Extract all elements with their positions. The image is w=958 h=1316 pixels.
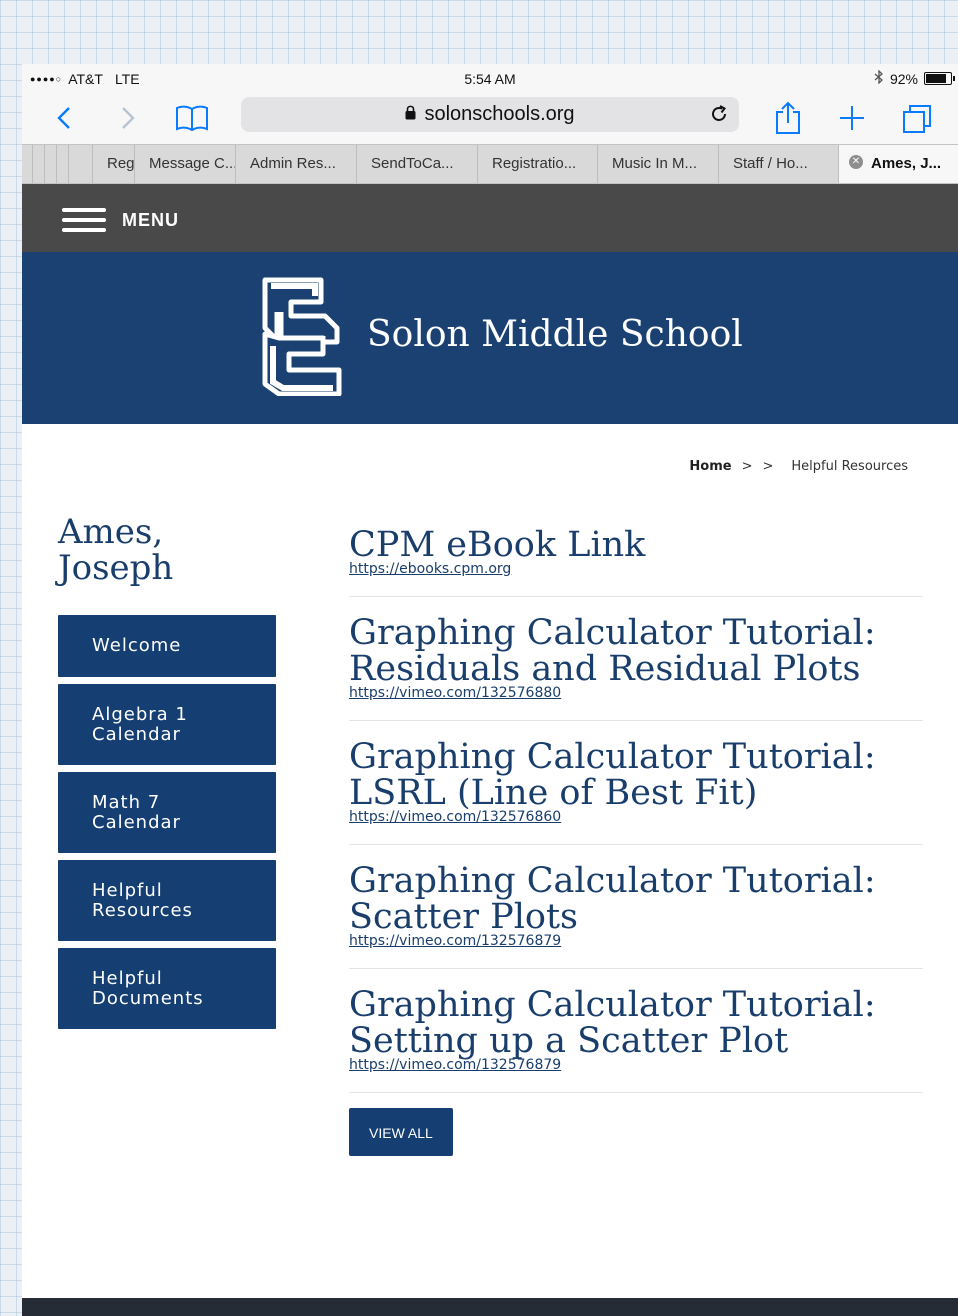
school-name[interactable]: Solon Middle School [367, 314, 743, 355]
tab-label: Ames, J... [871, 155, 942, 172]
sidebar-item-welcome[interactable]: Welcome [58, 615, 276, 677]
close-tab-icon[interactable]: ✕ [849, 155, 863, 170]
browser-toolbar: solonschools.org [22, 92, 958, 144]
tab-ames-active[interactable]: ✕ Ames, J... [838, 145, 958, 183]
resource-list: CPM eBook Link https://ebooks.cpm.org Gr… [349, 527, 923, 1156]
site-banner: Solon Middle School [22, 252, 958, 424]
lock-icon [405, 103, 416, 126]
list-item: Graphing Calculator Tutorial: Scatter Pl… [349, 863, 923, 969]
bluetooth-icon [874, 69, 884, 87]
site-menu-bar: MENU [22, 184, 958, 252]
tab-message[interactable]: Message C... [134, 145, 235, 183]
tab-sendtoca[interactable]: SendToCa... [356, 145, 477, 183]
post-title[interactable]: CPM eBook Link [349, 527, 923, 563]
tab-collapsed[interactable] [68, 145, 82, 183]
breadcrumb: Home > > Helpful Resources [689, 459, 908, 474]
post-title[interactable]: Graphing Calculator Tutorial: Scatter Pl… [349, 863, 923, 935]
menu-label[interactable]: MENU [122, 210, 179, 231]
sidebar-item-helpful-resources[interactable]: Helpful Resources [58, 860, 276, 941]
list-item: CPM eBook Link https://ebooks.cpm.org [349, 527, 923, 597]
tab-registration[interactable]: Registratio... [477, 145, 597, 183]
breadcrumb-home[interactable]: Home [689, 459, 731, 474]
tab-collapsed[interactable] [44, 145, 56, 183]
share-icon[interactable] [768, 98, 808, 138]
list-item: Graphing Calculator Tutorial: Setting up… [349, 987, 923, 1093]
tab-reg[interactable]: Reg [92, 145, 134, 183]
url-text: solonschools.org [424, 103, 575, 125]
teacher-name: Ames, Joseph [58, 514, 278, 586]
reload-icon[interactable] [709, 104, 729, 130]
address-bar[interactable]: solonschools.org [241, 97, 739, 132]
tab-collapsed[interactable] [32, 145, 44, 183]
browser-window: ●●●●○ AT&T LTE 5:54 AM 92% solonschools.… [22, 64, 958, 1316]
forward-icon[interactable] [108, 98, 148, 138]
list-item: Graphing Calculator Tutorial: LSRL (Line… [349, 739, 923, 845]
breadcrumb-current: Helpful Resources [791, 459, 908, 474]
sidebar-item-algebra-calendar[interactable]: Algebra 1 Calendar [58, 684, 276, 765]
post-title[interactable]: Graphing Calculator Tutorial: LSRL (Line… [349, 739, 923, 811]
list-item: Graphing Calculator Tutorial: Residuals … [349, 615, 923, 721]
sidebar-nav: Welcome Algebra 1 Calendar Math 7 Calend… [58, 615, 276, 1036]
new-tab-icon[interactable] [832, 98, 872, 138]
sidebar-item-math7-calendar[interactable]: Math 7 Calendar [58, 772, 276, 853]
tabs-overview-icon[interactable] [898, 98, 938, 138]
status-bar: ●●●●○ AT&T LTE 5:54 AM 92% [22, 64, 958, 92]
sidebar-item-helpful-documents[interactable]: Helpful Documents [58, 948, 276, 1029]
site-footer [22, 1298, 958, 1316]
tab-strip: Reg Message C... Admin Res... SendToCa..… [22, 144, 958, 184]
bookmarks-icon[interactable] [172, 98, 212, 138]
breadcrumb-separator: > [741, 459, 753, 474]
post-title[interactable]: Graphing Calculator Tutorial: Setting up… [349, 987, 923, 1059]
tab-staff[interactable]: Staff / Ho... [718, 145, 838, 183]
post-title[interactable]: Graphing Calculator Tutorial: Residuals … [349, 615, 923, 687]
back-icon[interactable] [44, 98, 84, 138]
tab-admin-resources[interactable]: Admin Res... [235, 145, 356, 183]
battery-icon [924, 72, 955, 85]
battery-percent: 92% [889, 70, 918, 87]
tab-collapsed[interactable] [56, 145, 68, 183]
breadcrumb-separator: > [762, 459, 774, 474]
view-all-button[interactable]: VIEW ALL [349, 1108, 453, 1156]
teacher-name-text: Ames, Joseph [58, 512, 174, 588]
post-link[interactable]: https://vimeo.com/132576879 [349, 933, 923, 949]
tab-music[interactable]: Music In M... [597, 145, 718, 183]
hamburger-menu-icon[interactable] [62, 208, 106, 232]
clock: 5:54 AM [464, 71, 516, 87]
school-logo[interactable] [259, 276, 343, 397]
